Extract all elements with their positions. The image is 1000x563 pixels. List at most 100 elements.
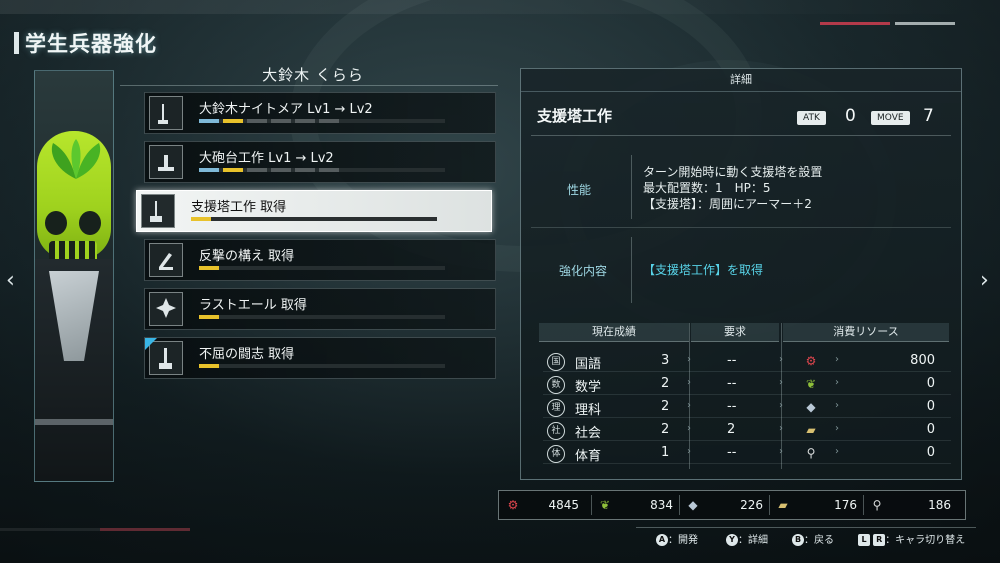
current-score: 2: [661, 422, 670, 437]
chevron-right-icon: ›: [779, 400, 783, 411]
upgrade-label: 反撃の構え 取得: [199, 249, 295, 264]
upgrade-row[interactable]: ラストエール 取得: [144, 288, 496, 330]
level-segment: [247, 168, 267, 172]
level-segment: [247, 119, 267, 123]
col-current-header: 現在成績: [539, 323, 689, 342]
atk-badge: ATK: [797, 111, 826, 125]
subject-name: 社会: [575, 426, 602, 441]
table-row: 数数学 2 › -- › ❦ › 0: [543, 374, 951, 395]
level-segment: [319, 168, 339, 172]
guide-label: ：開発: [668, 535, 698, 546]
required-score: 2: [727, 422, 736, 437]
chevron-right-icon: ›: [835, 377, 839, 388]
chevron-right-icon: ›: [835, 446, 839, 457]
level-segment: [199, 364, 219, 368]
button-guide: A ：開発 Y ：詳細 B ：戻る L R ：キャラ切り替え: [636, 527, 976, 546]
chevron-right-icon: ›: [687, 423, 691, 434]
character-head: [37, 131, 111, 259]
chevron-right-icon: ›: [779, 423, 783, 434]
level-segment: [191, 217, 211, 221]
chevron-right-icon: ›: [779, 354, 783, 365]
enhance-text: 【支援塔工作】を取得: [643, 263, 764, 277]
tool-resource-icon: ⚲: [872, 498, 882, 512]
detail-panel: 詳細 支援塔工作 ATK 0 MOVE 7 性能 ターン開始時に動く支援塔を設置…: [520, 68, 962, 480]
resource-amount: 834: [650, 498, 673, 512]
button-glyph-icon: R: [873, 534, 886, 546]
button-glyph-icon: L: [858, 534, 870, 546]
required-score: --: [727, 353, 737, 368]
resource-cost: 0: [926, 399, 935, 414]
resource-counter: ⚙ 4845: [505, 491, 585, 519]
required-score: --: [727, 376, 737, 391]
subject-name: 体育: [575, 449, 602, 464]
detail-header: 詳細: [521, 69, 961, 92]
level-segment: [271, 168, 291, 172]
upgrade-row[interactable]: 反撃の構え 取得: [144, 239, 496, 281]
subject-name: 国語: [575, 357, 602, 372]
upgrade-level-bar: [199, 168, 445, 172]
crystal-resource-icon: ◆: [806, 400, 816, 414]
chevron-right-icon: ›: [835, 423, 839, 434]
support-tower-icon: [141, 194, 175, 228]
current-score: 2: [661, 399, 670, 414]
divider: [531, 227, 951, 228]
turret-icon: [149, 145, 183, 179]
enhance-label: 強化内容: [559, 264, 608, 278]
guide-item: L R ：キャラ切り替え: [858, 531, 965, 546]
level-segment: [199, 266, 219, 270]
upgrade-label: 大砲台工作 Lv1 → Lv2: [199, 151, 334, 166]
new-flag: [145, 338, 157, 350]
resource-cost: 0: [926, 445, 935, 460]
performance-line: ターン開始時に動く支援塔を設置: [643, 165, 823, 179]
upgrade-level-bar: [199, 364, 445, 368]
resource-cost: 800: [910, 353, 935, 368]
upgrade-label: 大鈴木ナイトメア Lv1 → Lv2: [199, 102, 373, 117]
subject-icon: 国: [547, 353, 565, 371]
eye-left: [45, 211, 67, 235]
level-segment: [199, 119, 219, 123]
top-accent: [895, 22, 955, 25]
leaf-resource-icon: ❦: [599, 498, 611, 512]
level-segment: [271, 119, 291, 123]
gear-resource-icon: ⚙: [805, 354, 817, 368]
upgrade-row[interactable]: 不屈の闘志 取得: [144, 337, 496, 379]
upgrade-row[interactable]: 大砲台工作 Lv1 → Lv2: [144, 141, 496, 183]
prev-character-icon[interactable]: ‹: [6, 268, 15, 293]
atk-value: 0: [845, 106, 856, 126]
divider: [120, 85, 498, 86]
weapon-icon: [149, 96, 183, 130]
move-value: 7: [923, 106, 934, 126]
resource-bar: ⚙ 4845 ❦ 834 ◆ 226 ▰ 176 ⚲ 186: [498, 490, 966, 520]
upgrade-row[interactable]: 支援塔工作 取得: [136, 190, 492, 232]
resource-amount: 186: [928, 498, 951, 512]
divider: [679, 495, 680, 515]
upgrade-level-bar: [199, 315, 445, 319]
resource-cost: 0: [926, 376, 935, 391]
resource-cost: 0: [926, 422, 935, 437]
crystal-resource-icon: ◆: [688, 498, 698, 512]
gear-resource-icon: ⚙: [507, 498, 519, 512]
table-row: 体体育 1 › -- › ⚲ › 0: [543, 443, 951, 464]
guide-label: ：戻る: [804, 535, 834, 546]
divider: [531, 135, 951, 136]
upgrade-label: ラストエール 取得: [199, 298, 307, 313]
upgrade-row[interactable]: 大鈴木ナイトメア Lv1 → Lv2: [144, 92, 496, 134]
move-badge: MOVE: [871, 111, 910, 125]
current-score: 2: [661, 376, 670, 391]
col-resources-header: 消費リソース: [783, 323, 949, 342]
resource-counter: ⚲ 186: [869, 491, 957, 519]
chevron-right-icon: ›: [779, 446, 783, 457]
counter-stance-icon: [149, 243, 183, 277]
leaf-resource-icon: ❦: [805, 377, 817, 391]
level-segment: [295, 168, 315, 172]
subject-name: 数学: [575, 380, 602, 395]
leaf-hair-icon: [51, 139, 101, 179]
performance-line: 最大配置数：1 HP：5: [643, 181, 771, 195]
required-score: --: [727, 445, 737, 460]
current-score: 3: [661, 353, 670, 368]
eye-right: [79, 211, 101, 235]
chevron-right-icon: ›: [835, 354, 839, 365]
resource-amount: 226: [740, 498, 763, 512]
subject-name: 理科: [575, 403, 602, 418]
next-character-icon[interactable]: ›: [980, 268, 989, 293]
